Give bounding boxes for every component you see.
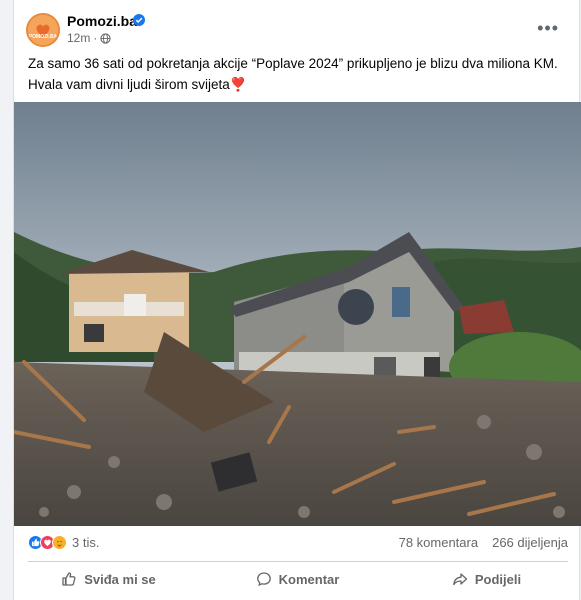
divider <box>28 561 568 562</box>
comments-count[interactable]: 78 komentara <box>399 535 479 550</box>
shares-count[interactable]: 266 dijeljenja <box>492 535 568 550</box>
post-card: POMOZI.BA Pomozi.ba 12m · ••• Za samo 36… <box>13 0 581 600</box>
avatar[interactable]: POMOZI.BA <box>26 13 60 47</box>
like-button[interactable]: Sviđa mi se <box>14 564 203 594</box>
engagement-counts: 78 komentara 266 dijeljenja <box>399 535 568 550</box>
page-name[interactable]: Pomozi.ba <box>67 13 137 29</box>
post-actions: Sviđa mi se Komentar Podijeli <box>14 564 581 594</box>
reactions-count: 3 tis. <box>72 535 100 550</box>
comment-button[interactable]: Komentar <box>203 564 392 594</box>
post-time[interactable]: 12m <box>67 31 90 45</box>
share-button[interactable]: Podijeli <box>392 564 581 594</box>
post-text: Za samo 36 sati od pokretanja akcije “Po… <box>28 53 568 95</box>
share-label: Podijeli <box>474 571 522 587</box>
post-stats: 3 tis. 78 komentara 266 dijeljenja <box>28 535 568 555</box>
reactions-summary[interactable]: 3 tis. <box>28 535 99 550</box>
care-icon <box>52 535 67 550</box>
verified-badge-icon <box>133 14 145 26</box>
post-header: POMOZI.BA Pomozi.ba 12m · ••• <box>14 10 579 50</box>
thumbs-up-icon <box>62 572 76 586</box>
post-photo[interactable] <box>14 102 581 526</box>
post-text-line-2: Hvala vam divni ljudi širom svijeta❣️ <box>28 77 247 92</box>
globe-icon <box>100 32 111 44</box>
heart-logo-icon <box>28 15 58 45</box>
share-arrow-icon <box>453 573 468 586</box>
meta-separator: · <box>93 31 98 45</box>
comment-bubble-icon <box>256 572 271 587</box>
more-options-icon[interactable]: ••• <box>537 18 559 39</box>
flood-damage-photo <box>14 102 581 526</box>
post-meta: 12m · <box>67 31 111 45</box>
post-text-line-1: Za samo 36 sati od pokretanja akcije “Po… <box>28 56 558 71</box>
avatar-label: POMOZI.BA <box>28 34 58 40</box>
like-label: Sviđa mi se <box>84 571 156 587</box>
comment-label: Komentar <box>278 571 340 587</box>
